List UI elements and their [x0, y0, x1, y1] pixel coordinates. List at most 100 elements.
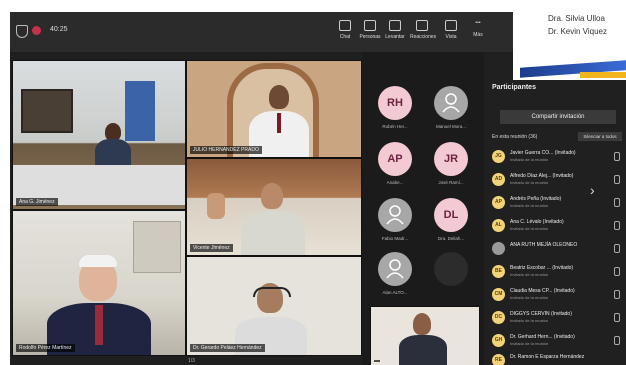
- meeting-timer: 40:25: [50, 26, 68, 33]
- tile-name: Vicente Jiménez: [190, 244, 233, 252]
- participant-head: [269, 85, 289, 109]
- people-button-label: Personas: [359, 34, 381, 40]
- participant-role: Invitado de la reunión: [510, 341, 549, 346]
- participant-avatar: CM: [492, 288, 505, 301]
- tile-name: Rodolfo Pérez Martínez: [16, 344, 75, 352]
- view-button[interactable]: Vista: [439, 20, 463, 40]
- participant-avatar[interactable]: [434, 252, 468, 286]
- hand-icon: [389, 20, 401, 31]
- participant-name: DIGGYS CERVIN (Invitado): [510, 311, 572, 317]
- overlay-name-1: Dra. Silvia Ulloa: [548, 14, 605, 23]
- tile-name: Ana G. Jiménez: [16, 198, 58, 206]
- participant-avatar: AD: [492, 173, 505, 186]
- share-invite-button[interactable]: Compartir invitación: [500, 110, 616, 124]
- participant-name: Alfredo Díaz Alej... (Invitado): [510, 173, 574, 179]
- participant-avatar: GH: [492, 334, 505, 347]
- participant-avatar: AP: [492, 196, 505, 209]
- participant-role: Invitado de la reunión: [510, 318, 549, 323]
- participant-head: [261, 183, 283, 209]
- participant-name: Andrés Peña (Invitado): [510, 196, 562, 202]
- default-avatar-icon[interactable]: [378, 198, 412, 232]
- mic-icon: [614, 267, 620, 276]
- video-tile[interactable]: JULIO HERNANDEZ PRADO: [186, 60, 362, 158]
- mic-icon: [614, 313, 620, 322]
- participant-row[interactable]: JG Javier Guerra CO... (Invitado) Invita…: [492, 148, 626, 170]
- avatar-label: Fabio Madr...: [381, 236, 409, 241]
- participant-row[interactable]: AD Alfredo Díaz Alej... (Invitado) Invit…: [492, 171, 626, 193]
- tile-name: JULIO HERNANDEZ PRADO: [190, 146, 262, 154]
- participant-row[interactable]: DC DIGGYS CERVIN (Invitado) Invitado de …: [492, 309, 626, 331]
- participant-body: [399, 335, 447, 365]
- chat-button[interactable]: Chat: [333, 20, 357, 40]
- more-button[interactable]: ••• Más: [466, 20, 490, 38]
- participant-head: [413, 313, 431, 335]
- avatar-label: Anabe...: [386, 180, 404, 185]
- people-button[interactable]: Personas: [358, 20, 382, 40]
- raise-hand-label: Levantar: [385, 34, 405, 40]
- page-indicator: 1/3: [188, 358, 195, 364]
- participant-row[interactable]: BE Beatriz Escobar ... (Invitado) Invita…: [492, 263, 626, 285]
- participant-avatar[interactable]: RH: [378, 86, 412, 120]
- reactions-label: Reacciones: [410, 34, 437, 40]
- avatar-label: Alan ALTO...: [382, 290, 408, 295]
- video-tile[interactable]: Vicente Jiménez: [186, 158, 362, 256]
- mic-icon: [614, 152, 620, 161]
- tile-name: Dr. Gerardo Peláez Hernández: [190, 344, 265, 352]
- participant-row[interactable]: ANA RUTH MEJÍA OLEONEO: [492, 240, 626, 262]
- panel-title: Participantes: [492, 84, 536, 91]
- video-tile[interactable]: Ana G. Jiménez: [12, 60, 186, 210]
- tile-name: [374, 360, 380, 362]
- self-view-tile[interactable]: [370, 306, 480, 365]
- mic-icon: [614, 336, 620, 345]
- default-avatar-icon[interactable]: [378, 252, 412, 286]
- participant-row[interactable]: AL Ana C. Lévalo (Invitado) Invitado de …: [492, 217, 626, 239]
- tie: [95, 305, 103, 345]
- chat-icon: [339, 20, 351, 31]
- participant-role: Invitado de la reunión: [510, 295, 549, 300]
- raise-hand-button[interactable]: Levantar: [383, 20, 407, 40]
- overlay-name-2: Dr. Kevin Viquez: [548, 27, 607, 36]
- blue-panel: [125, 81, 155, 141]
- bookshelf: [21, 89, 73, 133]
- recording-icon: [32, 26, 41, 35]
- participant-name: Dr. Gerhard Hern... (Invitado): [510, 334, 575, 340]
- participant-body: [241, 211, 305, 255]
- mute-all-button[interactable]: Silenciar a todos: [578, 132, 622, 141]
- participant-avatar: AL: [492, 219, 505, 232]
- participant-avatar: BE: [492, 265, 505, 278]
- mic-icon: [614, 221, 620, 230]
- participant-role: Invitado de la reunión: [510, 272, 549, 277]
- participant-row[interactable]: CM Claudia Mesa CP... (Invitado) Invitad…: [492, 286, 626, 308]
- participant-avatar[interactable]: AP: [378, 142, 412, 176]
- window: [133, 221, 181, 273]
- avatar-label: Dra. Deliah...: [437, 236, 465, 241]
- mic-icon: [614, 290, 620, 299]
- overlay-yellow-stripe: [580, 72, 626, 78]
- shield-icon: [16, 25, 28, 38]
- participant-name: Ana C. Lévalo (Invitado): [510, 219, 564, 225]
- participant-avatar[interactable]: DL: [434, 198, 468, 232]
- mic-icon: [614, 244, 620, 253]
- participant-name: Javier Guerra CO... (Invitado): [510, 150, 576, 156]
- view-label: Vista: [445, 34, 457, 40]
- participant-name: Dr. Ramon E Esparza Hernández: [510, 354, 585, 360]
- avatar-label: Rubén Her...: [382, 124, 408, 129]
- video-tile[interactable]: Rodolfo Pérez Martínez: [12, 210, 186, 356]
- hair: [79, 255, 117, 267]
- in-meeting-section[interactable]: En esta reunión (36): [492, 134, 537, 140]
- participant-row[interactable]: AP Andrés Peña (Invitado) Invitado de la…: [492, 194, 626, 216]
- reactions-button[interactable]: Reacciones: [410, 20, 437, 40]
- participant-name: ANA RUTH MEJÍA OLEONEO: [510, 242, 578, 248]
- more-label: Más: [473, 32, 483, 38]
- participant-row[interactable]: RE Dr. Ramon E Esparza Hernández: [492, 352, 626, 365]
- participant-avatar: JG: [492, 150, 505, 163]
- participant-avatar: [492, 242, 505, 255]
- video-tile[interactable]: Dr. Gerardo Peláez Hernández: [186, 256, 362, 356]
- default-avatar-icon[interactable]: [434, 86, 468, 120]
- people-icon: [364, 20, 376, 31]
- mic-icon: [614, 198, 620, 207]
- chevron-right-icon[interactable]: ›: [590, 182, 595, 198]
- participant-avatar[interactable]: JR: [434, 142, 468, 176]
- view-icon: [445, 20, 457, 31]
- participant-row[interactable]: GH Dr. Gerhard Hern... (Invitado) Invita…: [492, 332, 626, 354]
